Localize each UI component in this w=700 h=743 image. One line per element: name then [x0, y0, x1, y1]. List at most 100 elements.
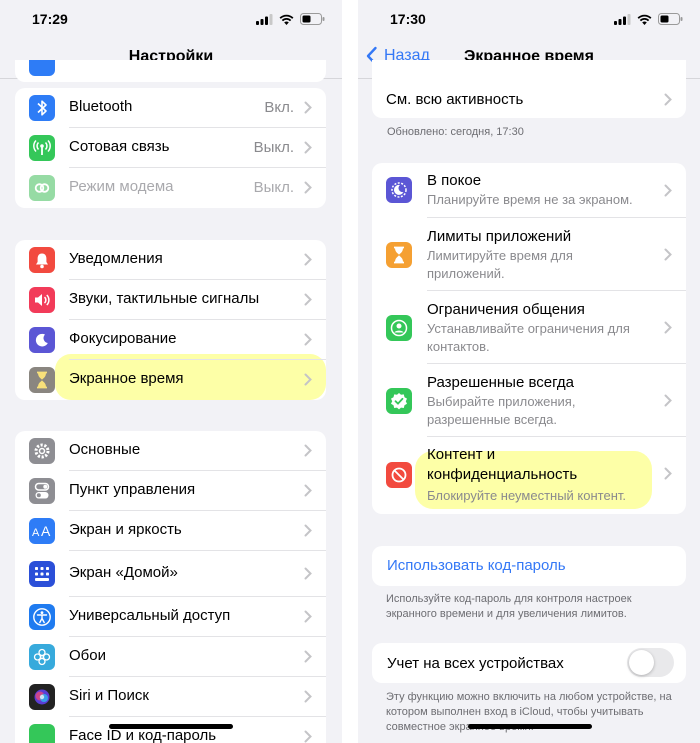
downtime-icon [386, 177, 412, 203]
share-across-devices-row: Учет на всех устройствах [372, 643, 686, 683]
row-title: Ограничения общения [427, 301, 585, 318]
settings-row-bluetooth[interactable]: Bluetooth Вкл. [15, 88, 326, 128]
settings-row-sounds[interactable]: Звуки, тактильные сигналы [15, 280, 326, 320]
app-limits-row[interactable]: Лимиты приложений Лимитируйте время для … [372, 218, 686, 291]
siri-icon [29, 684, 55, 710]
chevron-right-icon [664, 321, 672, 334]
notifications-group: Уведомления Звуки, тактильные сигналы Фо… [15, 240, 326, 400]
wifi-settings-icon [29, 60, 55, 76]
chevron-right-icon [664, 467, 672, 480]
chevron-right-icon [664, 184, 672, 197]
home-indicator[interactable] [109, 724, 233, 729]
settings-row-general[interactable]: Основные [15, 431, 326, 471]
row-label: Экранное время [69, 370, 184, 387]
connectivity-group: Bluetooth Вкл. Сотовая связь Выкл. Режим… [15, 88, 326, 208]
chevron-right-icon [304, 690, 312, 703]
settings-row-home-screen[interactable]: Экран «Домой» [15, 551, 326, 597]
see-all-activity-row[interactable]: См. всю активность [372, 80, 686, 118]
use-passcode-button[interactable]: Использовать код-пароль [372, 546, 686, 586]
screen-time-screen: 17:30 Назад Экранное время См. всю актив… [358, 0, 700, 743]
home-indicator[interactable] [468, 724, 592, 729]
checkmark-badge-icon [386, 388, 412, 414]
no-entry-icon [386, 462, 412, 488]
row-label: Пункт управления [69, 481, 196, 498]
limits-group: В покое Планируйте время не за экраном. … [372, 163, 686, 514]
chevron-right-icon [304, 650, 312, 663]
row-value: Выкл. [253, 139, 294, 156]
home-grid-icon [29, 561, 55, 587]
person-circle-icon [386, 315, 412, 341]
content-privacy-row[interactable]: Контент и конфиденциальность Блокируйте … [372, 437, 686, 514]
communication-limits-row[interactable]: Ограничения общения Устанавливайте огран… [372, 291, 686, 364]
settings-row-screen-time[interactable]: Экранное время [15, 360, 326, 400]
settings-row-hotspot[interactable]: Режим модема Выкл. [15, 168, 326, 208]
row-subtitle: Планируйте время не за экраном. [427, 192, 633, 207]
antenna-icon [29, 135, 55, 161]
bell-icon [29, 247, 55, 273]
svg-text:A: A [32, 527, 40, 538]
toggle-knob [629, 650, 654, 675]
wifi-icon [637, 14, 652, 25]
row-label: Face ID и код-пароль [69, 727, 217, 743]
row-title: В покое [427, 172, 482, 189]
flower-icon [29, 644, 55, 670]
settings-row-wallpaper[interactable]: Обои [15, 637, 326, 677]
settings-row-siri[interactable]: Siri и Поиск [15, 677, 326, 717]
activity-group: См. всю активность [372, 60, 686, 118]
row-title: Контент и конфиденциальность [427, 446, 578, 483]
row-title: Лимиты приложений [427, 228, 572, 245]
battery-icon [300, 13, 325, 25]
chevron-right-icon [304, 484, 312, 497]
chevron-right-icon [304, 730, 312, 743]
chevron-right-icon [304, 567, 312, 580]
toggles-icon [29, 478, 55, 504]
settings-row-notifications[interactable]: Уведомления [15, 240, 326, 280]
share-toggle[interactable] [627, 648, 674, 677]
row-label: Экран «Домой» [69, 564, 178, 581]
row-value: Выкл. [253, 179, 294, 196]
text-size-icon: AA [29, 518, 55, 544]
chevron-right-icon [304, 373, 312, 386]
row-label: Siri и Поиск [69, 687, 149, 704]
chevron-right-icon [664, 394, 672, 407]
chevron-right-icon [304, 293, 312, 306]
chain-link-icon [29, 175, 55, 201]
chevron-right-icon [304, 333, 312, 346]
settings-row-face-id[interactable]: Face ID и код-пароль [15, 717, 326, 743]
accessibility-icon [29, 604, 55, 630]
chevron-right-icon [304, 141, 312, 154]
chevron-right-icon [304, 444, 312, 457]
gear-icon [29, 438, 55, 464]
status-bar: 17:29 [0, 0, 342, 36]
hourglass-icon [29, 367, 55, 393]
always-allowed-row[interactable]: Разрешенные всегда Выбирайте приложения,… [372, 364, 686, 437]
settings-row-display[interactable]: AA Экран и яркость [15, 511, 326, 551]
status-time: 17:30 [390, 11, 426, 27]
wifi-icon [279, 14, 294, 25]
settings-row-focus[interactable]: Фокусирование [15, 320, 326, 360]
row-label: Уведомления [69, 250, 163, 267]
row-label: Универсальный доступ [69, 607, 231, 624]
general-group: Основные Пункт управления AA Экран и ярк… [15, 431, 326, 743]
row-subtitle: Блокируйте неуместный контент. [427, 488, 627, 503]
moon-icon [29, 327, 55, 353]
bluetooth-icon [29, 95, 55, 121]
passcode-note: Используйте код-пароль для контроля наст… [386, 593, 632, 620]
battery-icon [658, 13, 683, 25]
share-group: Учет на всех устройствах [372, 643, 686, 683]
settings-row-cellular[interactable]: Сотовая связь Выкл. [15, 128, 326, 168]
updated-note: Обновлено: сегодня, 17:30 [387, 126, 524, 138]
chevron-right-icon [304, 101, 312, 114]
row-label: Использовать код-пароль [387, 557, 566, 574]
downtime-row[interactable]: В покое Планируйте время не за экраном. [372, 163, 686, 218]
row-label: Учет на всех устройствах [387, 655, 564, 672]
row-subtitle: Устанавливайте ограничения для контактов… [427, 321, 630, 354]
row-label: Фокусирование [69, 330, 177, 347]
svg-text:A: A [41, 524, 51, 538]
row-value: Вкл. [264, 99, 294, 116]
chevron-right-icon [304, 253, 312, 266]
row-label: Звуки, тактильные сигналы [69, 290, 260, 307]
row-subtitle: Выбирайте приложения, разрешенные всегда… [427, 394, 576, 427]
settings-row-control-center[interactable]: Пункт управления [15, 471, 326, 511]
settings-row-accessibility[interactable]: Универсальный доступ [15, 597, 326, 637]
